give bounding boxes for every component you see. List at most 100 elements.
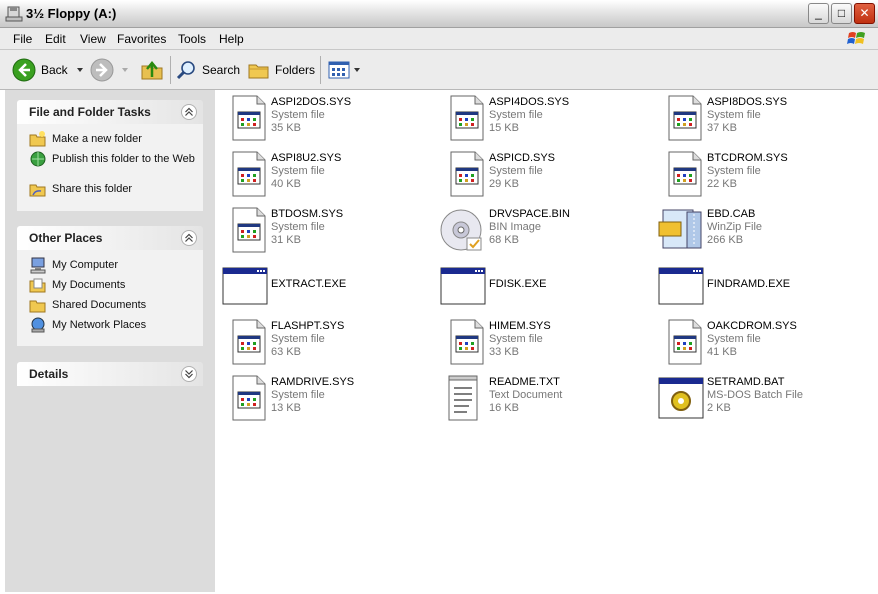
file-item[interactable]: OAKCDROM.SYS System file 41 KB: [651, 316, 861, 368]
file-type: System file: [271, 165, 325, 177]
dropdown-arrow-icon[interactable]: [74, 65, 86, 75]
back-arrow-icon: [12, 58, 36, 82]
expand-chevron-icon[interactable]: [181, 366, 197, 382]
panel-body: My Computer My Documents Shared Document…: [17, 250, 203, 346]
system-file-icon: [668, 319, 702, 365]
dropdown-arrow-icon[interactable]: [352, 65, 362, 75]
collapse-chevron-icon[interactable]: [181, 104, 197, 120]
place-my-computer[interactable]: My Computer: [17, 256, 203, 276]
file-type: System file: [489, 333, 543, 345]
menu-tools[interactable]: Tools: [178, 32, 206, 46]
place-my-network-places[interactable]: My Network Places: [17, 316, 203, 336]
menu-edit[interactable]: Edit: [45, 32, 66, 46]
toolbar-separator: [320, 56, 321, 84]
system-file-icon: [450, 151, 484, 197]
file-item[interactable]: FDISK.EXE: [433, 260, 643, 312]
file-type: System file: [271, 389, 325, 401]
file-type: BIN Image: [489, 221, 541, 233]
place-my-documents[interactable]: My Documents: [17, 276, 203, 296]
menu-favorites[interactable]: Favorites: [117, 32, 166, 46]
file-item[interactable]: ASPICD.SYS System file 29 KB: [433, 148, 643, 200]
system-file-icon: [668, 151, 702, 197]
file-item[interactable]: EBD.CAB WinZip File 266 KB: [651, 204, 861, 256]
file-item[interactable]: ASPI4DOS.SYS System file 15 KB: [433, 92, 643, 144]
task-make-new-folder[interactable]: Make a new folder: [17, 130, 203, 150]
file-item[interactable]: DRVSPACE.BIN BIN Image 68 KB: [433, 204, 643, 256]
back-button[interactable]: Back: [12, 56, 86, 84]
file-item[interactable]: BTCDROM.SYS System file 22 KB: [651, 148, 861, 200]
file-item[interactable]: HIMEM.SYS System file 33 KB: [433, 316, 643, 368]
file-name: EXTRACT.EXE: [271, 278, 347, 290]
file-name: ASPI8DOS.SYS: [707, 96, 788, 108]
file-item[interactable]: EXTRACT.EXE: [215, 260, 425, 312]
share-folder-icon: [29, 184, 46, 197]
file-size: 68 KB: [489, 234, 519, 246]
network-places-icon: [31, 317, 45, 333]
file-size: 35 KB: [271, 122, 301, 134]
file-list-view[interactable]: ASPI2DOS.SYS System file 35 KB ASPI4DOS.SYS…: [215, 90, 878, 594]
file-item[interactable]: FLASHPT.SYS System file 63 KB: [215, 316, 425, 368]
my-computer-icon: [30, 257, 46, 274]
minimize-button[interactable]: _: [808, 3, 829, 24]
close-button[interactable]: ✕: [854, 3, 875, 24]
task-label: Share this folder: [52, 183, 133, 195]
file-type: MS-DOS Batch File: [707, 389, 803, 401]
views-button[interactable]: [328, 56, 362, 84]
title-bar[interactable]: 3½ Floppy (A:) _ □ ✕: [0, 0, 878, 28]
panel-header[interactable]: File and Folder Tasks: [17, 100, 203, 124]
task-publish-folder[interactable]: Publish this folder to the Web: [17, 150, 203, 180]
file-type: System file: [271, 333, 325, 345]
system-file-icon: [450, 319, 484, 365]
other-places-panel: Other Places My Computer My Documents Sh…: [17, 226, 203, 346]
system-file-icon: [232, 207, 266, 253]
task-pane: File and Folder Tasks Make a new folder …: [5, 90, 215, 592]
menu-help[interactable]: Help: [219, 32, 244, 46]
file-item[interactable]: RAMDRIVE.SYS System file 13 KB: [215, 372, 425, 424]
file-item[interactable]: ASPI8DOS.SYS System file 37 KB: [651, 92, 861, 144]
system-file-icon: [668, 95, 702, 141]
search-label: Search: [202, 63, 241, 77]
file-item[interactable]: FINDRAMD.EXE: [651, 260, 861, 312]
file-name: EBD.CAB: [707, 208, 756, 220]
globe-publish-icon: [30, 151, 46, 167]
place-label: My Computer: [52, 259, 119, 271]
file-size: 33 KB: [489, 346, 519, 358]
panel-header[interactable]: Other Places: [17, 226, 203, 250]
file-size: 15 KB: [489, 122, 519, 134]
forward-button[interactable]: [90, 56, 131, 84]
file-type: WinZip File: [707, 221, 763, 233]
forward-arrow-icon: [90, 58, 114, 82]
file-item[interactable]: README.TXT Text Document 16 KB: [433, 372, 643, 424]
dropdown-arrow-icon[interactable]: [119, 65, 131, 75]
collapse-chevron-icon[interactable]: [181, 230, 197, 246]
file-type: System file: [271, 221, 325, 233]
file-item[interactable]: ASPI8U2.SYS System file 40 KB: [215, 148, 425, 200]
executable-icon: [440, 267, 486, 305]
shared-documents-icon: [29, 300, 46, 313]
panel-title: Other Places: [29, 231, 103, 245]
file-item[interactable]: BTDOSM.SYS System file 31 KB: [215, 204, 425, 256]
file-name: DRVSPACE.BIN: [489, 208, 570, 220]
place-shared-documents[interactable]: Shared Documents: [17, 296, 203, 316]
menu-file[interactable]: File: [13, 32, 32, 46]
file-name: ASPI4DOS.SYS: [489, 96, 570, 108]
details-panel: Details: [17, 362, 203, 386]
up-folder-button[interactable]: [140, 56, 164, 84]
file-name: ASPI2DOS.SYS: [271, 96, 352, 108]
menu-bar: File Edit View Favorites Tools Help: [0, 28, 878, 50]
file-item[interactable]: SETRAMD.BAT MS-DOS Batch File 2 KB: [651, 372, 861, 424]
file-name: ASPI8U2.SYS: [271, 152, 342, 164]
file-name: SETRAMD.BAT: [707, 376, 785, 388]
file-type: System file: [707, 109, 761, 121]
windows-logo-icon: [847, 32, 865, 44]
task-share-folder[interactable]: Share this folder: [17, 180, 203, 200]
file-item[interactable]: ASPI2DOS.SYS System file 35 KB: [215, 92, 425, 144]
toolbar: Back Search Folders: [0, 50, 878, 90]
maximize-button[interactable]: □: [831, 3, 852, 24]
menu-view[interactable]: View: [80, 32, 106, 46]
search-button[interactable]: Search: [175, 56, 240, 84]
panel-header[interactable]: Details: [17, 362, 203, 386]
folders-button[interactable]: Folders: [248, 56, 315, 84]
text-document-icon: [448, 375, 478, 421]
task-label: Make a new folder: [52, 133, 142, 145]
